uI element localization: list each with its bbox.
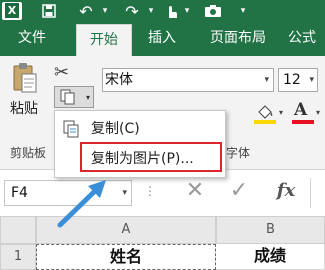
font-color-button[interactable]: A — [292, 100, 314, 124]
tab-formulas[interactable]: 公式 — [284, 22, 325, 56]
cut-icon[interactable]: ✂ — [54, 62, 69, 83]
tab-insert[interactable]: 插入 — [138, 22, 186, 56]
save-icon[interactable] — [38, 0, 60, 22]
redo-icon[interactable]: ↷ — [120, 0, 144, 22]
font-size-select[interactable]: 12 ▾ — [278, 68, 318, 92]
paste-icon[interactable] — [12, 62, 38, 94]
tab-file[interactable]: 文件 — [0, 22, 64, 56]
enter-icon[interactable]: ✓ — [222, 176, 256, 208]
column-header-b[interactable]: B — [216, 216, 325, 244]
fill-color-dropdown-icon[interactable]: ▾ — [279, 108, 283, 117]
highlight-box — [80, 142, 222, 172]
formula-bar-divider — [310, 178, 311, 208]
ribbon-tabs: 文件 开始 插入 页面布局 公式 — [0, 22, 325, 56]
insert-function-icon[interactable]: fx — [268, 176, 304, 208]
title-bar: X ↶ ▾ ↷ ▾ ▾ ▾ — [0, 0, 325, 22]
font-color-dropdown-icon[interactable]: ▾ — [316, 108, 320, 117]
font-color-swatch — [292, 120, 314, 124]
customize-quick-access-icon[interactable]: ▾ — [236, 0, 250, 22]
fill-color-button[interactable] — [254, 102, 276, 124]
paste-button[interactable]: 粘贴 — [10, 98, 38, 118]
clipboard-group-label: 剪贴板 — [10, 146, 47, 160]
camera-icon[interactable] — [200, 0, 226, 22]
name-box-value: F4 — [11, 185, 28, 201]
font-group-label: 字体 — [226, 146, 251, 160]
cancel-icon[interactable]: ✕ — [178, 176, 212, 208]
formula-bar-grip-icon[interactable]: ⋮ — [144, 184, 156, 198]
excel-logo-icon: X — [2, 2, 22, 20]
font-name-select[interactable]: 宋体 ▾ — [102, 68, 274, 92]
row-header-1[interactable]: 1 — [0, 244, 36, 270]
undo-dropdown-icon[interactable]: ▾ — [100, 0, 110, 22]
redo-dropdown-icon[interactable]: ▾ — [146, 0, 156, 22]
font-color-letter-icon: A — [294, 100, 308, 120]
select-all-corner[interactable] — [0, 216, 36, 244]
copy-dropdown-icon[interactable]: ▾ — [86, 93, 90, 102]
font-name-value: 宋体 — [105, 72, 133, 88]
touch-mode-icon[interactable] — [160, 0, 182, 22]
name-box[interactable]: F4 ▾ — [4, 180, 132, 206]
tab-page-layout[interactable]: 页面布局 — [198, 22, 278, 56]
worksheet-grid: A B 1 姓名 成绩 — [0, 214, 325, 270]
copy-button-icon — [60, 89, 75, 105]
menu-item-copy-label: 复制(C) — [91, 121, 140, 137]
touch-dropdown-icon[interactable]: ▾ — [182, 0, 192, 22]
menu-item-copy[interactable]: 复制(C) — [55, 115, 225, 143]
font-size-value: 12 — [283, 72, 301, 88]
undo-icon[interactable]: ↶ — [74, 0, 98, 22]
copy-button[interactable]: ▾ — [54, 86, 94, 108]
cell-b1[interactable]: 成绩 — [216, 244, 325, 270]
tab-home[interactable]: 开始 — [76, 24, 132, 56]
font-name-dropdown-icon[interactable]: ▾ — [264, 69, 269, 91]
font-size-dropdown-icon[interactable]: ▾ — [309, 69, 314, 91]
name-box-dropdown-icon[interactable]: ▾ — [122, 181, 127, 205]
cell-a1[interactable]: 姓名 — [36, 244, 216, 270]
column-header-a[interactable]: A — [36, 216, 216, 244]
copy-icon — [63, 120, 79, 138]
